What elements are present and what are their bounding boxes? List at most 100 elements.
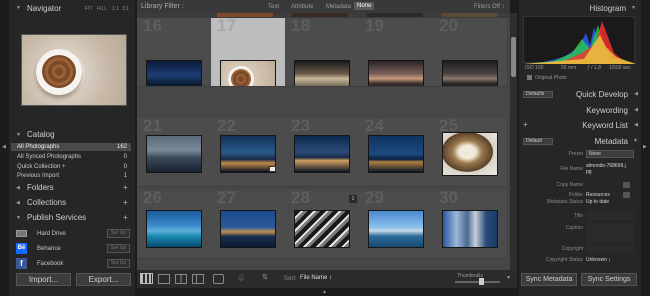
loupe-view-icon[interactable] bbox=[158, 274, 170, 284]
navigator-preview[interactable] bbox=[21, 34, 127, 106]
quick-develop-preset-dropdown[interactable]: Defaults bbox=[523, 91, 553, 98]
catalog-header[interactable]: ▼ Catalog bbox=[11, 129, 133, 141]
publish-service-hard-drive[interactable]: Hard Drive Set Up bbox=[11, 227, 131, 240]
grid-cell[interactable]: 30 bbox=[433, 190, 508, 259]
title-field[interactable] bbox=[586, 211, 634, 220]
catalog-item-synced[interactable]: All Synced Photographs 0 bbox=[11, 153, 131, 161]
grid-cell[interactable]: 28 1 bbox=[285, 190, 360, 259]
grid-view-icon[interactable] bbox=[140, 273, 153, 284]
navigator-header[interactable]: ▼ Navigator FIT FILL 1:1 3:1 bbox=[11, 2, 133, 14]
right-panel-toggle-icon[interactable]: ▶ bbox=[643, 144, 647, 150]
nav-mode-3-1[interactable]: 3:1 bbox=[122, 6, 129, 12]
import-button[interactable]: Import... bbox=[16, 273, 71, 286]
publish-services-header[interactable]: ▼ Publish Services + bbox=[11, 211, 131, 225]
catalog-item-previous-import[interactable]: Previous Import 1 bbox=[11, 172, 131, 180]
thumbnail-image[interactable] bbox=[146, 135, 202, 173]
sync-metadata-button[interactable]: Sync Metadata bbox=[521, 273, 577, 286]
grid-cell[interactable]: 19 bbox=[359, 18, 434, 87]
keyword-list-header[interactable]: + Keyword List ◀ bbox=[519, 119, 641, 131]
sort-dropdown[interactable]: File Name ↕ bbox=[300, 275, 332, 281]
original-photo-checkbox[interactable] bbox=[527, 75, 532, 80]
catalog-item-quick-collection[interactable]: Quick Collection + 0 bbox=[11, 163, 131, 171]
metadata-value-file-name[interactable]: almonds-768699.jpg bbox=[586, 163, 628, 177]
thumbnail-image[interactable] bbox=[368, 135, 424, 173]
setup-button[interactable]: Set Up bbox=[107, 244, 130, 253]
grid-cell[interactable]: 27 bbox=[211, 190, 286, 259]
filter-tab-attribute[interactable]: Attribute bbox=[291, 4, 313, 10]
thumbnail-image[interactable] bbox=[146, 60, 202, 86]
thumbnail-image[interactable] bbox=[220, 210, 276, 248]
add-service-icon[interactable]: + bbox=[123, 213, 128, 222]
copyright-field[interactable] bbox=[586, 245, 634, 253]
setup-button[interactable]: Set Up bbox=[107, 229, 130, 238]
original-photo-row[interactable]: Original Photo bbox=[523, 74, 635, 82]
grid-cell[interactable]: 18 bbox=[285, 18, 360, 87]
metadata-header[interactable]: Default Metadata ▼ bbox=[519, 135, 641, 147]
grid-cell[interactable]: 24 bbox=[359, 118, 434, 187]
filter-tab-none[interactable]: None bbox=[354, 2, 375, 10]
publish-service-behance[interactable]: Bē Behance Set Up bbox=[11, 242, 131, 255]
grid-cell-selected[interactable]: 17 bbox=[211, 18, 286, 87]
grid-cell[interactable]: 20 bbox=[433, 18, 508, 87]
expand-triangle-icon: ▼ bbox=[633, 138, 638, 144]
keywording-header[interactable]: Keywording ◀ bbox=[519, 104, 641, 116]
thumbnail-image[interactable] bbox=[294, 135, 350, 173]
scrollbar-thumb[interactable] bbox=[511, 37, 516, 77]
filter-tab-text[interactable]: Text bbox=[268, 4, 279, 10]
folder-arrow-icon[interactable] bbox=[623, 192, 630, 198]
people-view-icon[interactable] bbox=[213, 274, 224, 284]
stack-count-badge[interactable]: 1 bbox=[349, 195, 357, 203]
compare-view-icon[interactable] bbox=[175, 274, 187, 284]
filters-off-toggle[interactable]: Filters Off ↕ bbox=[474, 4, 505, 10]
sort-direction-icon[interactable]: ⇅ bbox=[262, 273, 268, 281]
publish-service-facebook[interactable]: f Facebook Set Up bbox=[11, 257, 131, 270]
thumbnail-image[interactable] bbox=[442, 132, 498, 176]
grid-cell[interactable]: 21 bbox=[137, 118, 212, 187]
grid-scrollbar[interactable] bbox=[510, 13, 517, 270]
bottom-panel-toggle-icon[interactable]: ▲ bbox=[322, 289, 327, 295]
slider-handle[interactable] bbox=[479, 278, 484, 285]
filter-tab-metadata[interactable]: Metadata bbox=[326, 4, 351, 10]
grid-cell[interactable]: 22 bbox=[211, 118, 286, 187]
quick-develop-header[interactable]: Defaults Quick Develop ◀ bbox=[519, 88, 641, 100]
thumbnail-image[interactable] bbox=[220, 60, 276, 86]
grid-cell[interactable]: 25 bbox=[433, 118, 508, 187]
thumbnail-image[interactable] bbox=[146, 210, 202, 248]
thumbnail-image[interactable] bbox=[442, 210, 498, 248]
catalog-item-all-photographs[interactable]: All Photographs 162 bbox=[11, 143, 131, 151]
thumbnail-image[interactable] bbox=[220, 135, 276, 173]
nav-mode-fit[interactable]: FIT bbox=[85, 6, 93, 12]
thumbnail-image[interactable] bbox=[442, 60, 498, 86]
histogram-graph[interactable] bbox=[523, 16, 636, 64]
thumbnail-size-slider[interactable] bbox=[455, 278, 500, 285]
left-panel-toggle-icon[interactable]: ◀ bbox=[2, 144, 6, 150]
grid-cell[interactable]: 26 bbox=[137, 190, 212, 259]
metadata-preset-dropdown[interactable]: None bbox=[586, 150, 634, 158]
nav-mode-fill[interactable]: FILL bbox=[97, 6, 107, 12]
collections-header[interactable]: ◀ Collections + bbox=[11, 196, 131, 210]
export-button[interactable]: Export... bbox=[76, 273, 131, 286]
survey-view-icon[interactable] bbox=[192, 274, 204, 284]
thumbnail-image[interactable] bbox=[294, 210, 350, 248]
thumbnail-image[interactable] bbox=[368, 210, 424, 248]
copyright-status-dropdown[interactable]: Unknown ↕ bbox=[586, 257, 611, 263]
sync-settings-button[interactable]: Sync Settings bbox=[581, 273, 637, 286]
caption-field[interactable] bbox=[586, 223, 634, 243]
toolbar-menu-icon[interactable]: ▾ bbox=[507, 274, 510, 281]
add-collection-icon[interactable]: + bbox=[123, 198, 128, 207]
edited-badge-icon[interactable] bbox=[269, 166, 276, 172]
copy-name-arrow-icon[interactable] bbox=[623, 182, 630, 188]
painter-icon[interactable]: ♧ bbox=[237, 273, 245, 284]
thumbnail-image[interactable] bbox=[368, 60, 424, 86]
folders-header[interactable]: ◀ Folders + bbox=[11, 181, 131, 195]
histogram-header[interactable]: Histogram ▼ bbox=[519, 2, 639, 14]
grid-cell[interactable]: 16 bbox=[137, 18, 212, 87]
grid-cell[interactable]: 23 bbox=[285, 118, 360, 187]
nav-mode-1-1[interactable]: 1:1 bbox=[112, 6, 119, 12]
thumbnail-image[interactable] bbox=[294, 60, 350, 86]
add-keyword-icon[interactable]: + bbox=[523, 120, 528, 129]
grid-cell[interactable]: 29 bbox=[359, 190, 434, 259]
add-folder-icon[interactable]: + bbox=[123, 183, 128, 192]
setup-button[interactable]: Set Up bbox=[107, 259, 130, 268]
metadata-view-dropdown[interactable]: Default bbox=[523, 138, 553, 145]
